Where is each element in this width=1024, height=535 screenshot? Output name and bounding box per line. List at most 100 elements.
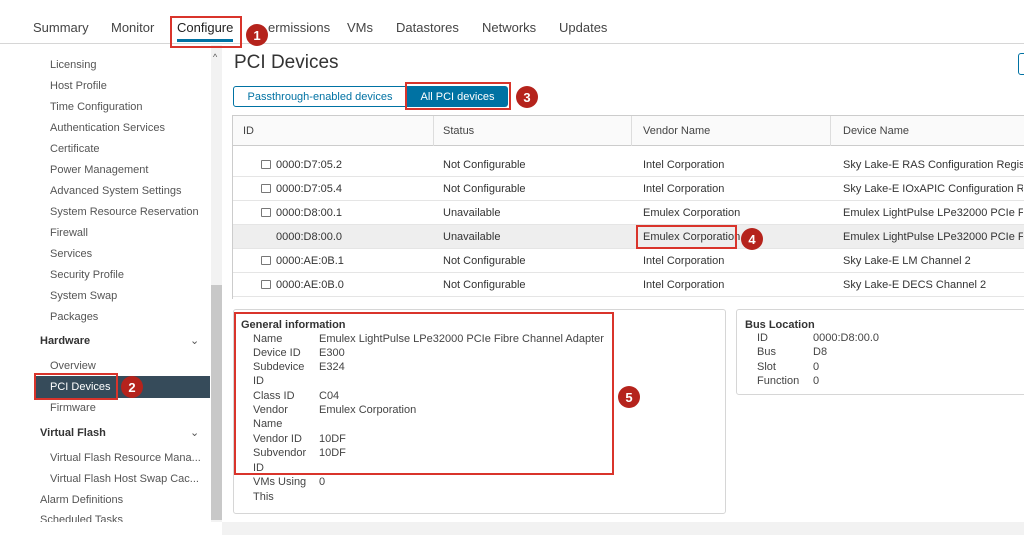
field-label: ID xyxy=(757,332,768,344)
tab-monitor[interactable]: Monitor xyxy=(111,20,154,35)
row-vendor: Intel Corporation xyxy=(643,183,725,195)
pci-device-icon xyxy=(261,280,271,289)
column-divider[interactable] xyxy=(830,116,831,146)
column-header-device[interactable]: Device Name xyxy=(843,125,909,137)
row-id: 0000:D7:05.4 xyxy=(276,183,343,195)
sidebar-item-host-profile[interactable]: Host Profile xyxy=(50,80,107,92)
callout-badge-4: 4 xyxy=(741,228,763,250)
sidebar-item-licensing[interactable]: Licensing xyxy=(50,59,96,71)
row-status: Unavailable xyxy=(443,207,501,219)
tab-summary[interactable]: Summary xyxy=(33,20,89,35)
sidebar-item-time-configuration[interactable]: Time Configuration xyxy=(50,101,143,113)
sidebar-item-system-resource-reservation[interactable]: System Resource Reservation xyxy=(50,206,199,218)
tab-datastores[interactable]: Datastores xyxy=(396,20,459,35)
pci-device-icon xyxy=(261,208,271,217)
tab-updates[interactable]: Updates xyxy=(559,20,607,35)
row-status: Not Configurable xyxy=(443,279,526,291)
sidebar-item-advanced-system-settings[interactable]: Advanced System Settings xyxy=(50,185,181,197)
tab-vms[interactable]: VMs xyxy=(347,20,373,35)
row-device: Sky Lake-E IOxAPIC Configuration Re... xyxy=(843,183,1023,195)
table-row[interactable]: 0000:D8:00.1 Unavailable Emulex Corporat… xyxy=(233,201,1024,225)
field-label: Bus xyxy=(757,346,776,358)
pci-device-icon xyxy=(261,160,271,169)
row-id: 0000:AE:0B.1 xyxy=(276,255,344,267)
sidebar-item-power-management[interactable]: Power Management xyxy=(50,164,148,176)
field-value: 0 xyxy=(813,375,820,387)
callout-box-pci-devices xyxy=(34,373,118,400)
field-label: VMs Using xyxy=(253,476,307,488)
field-label: Function xyxy=(757,375,800,387)
row-status: Unavailable xyxy=(443,231,501,243)
table-row[interactable]: 0000:AE:0B.1 Not Configurable Intel Corp… xyxy=(233,249,1024,273)
row-vendor: Emulex Corporation xyxy=(643,207,741,219)
sidebar-item-services[interactable]: Services xyxy=(50,248,92,260)
tab-networks[interactable]: Networks xyxy=(482,20,536,35)
table-row[interactable]: 0000:D7:05.2 Not Configurable Intel Corp… xyxy=(233,153,1024,177)
sidebar-item-alarm-definitions[interactable]: Alarm Definitions xyxy=(40,494,123,506)
callout-badge-2: 2 xyxy=(121,376,143,398)
page-title: PCI Devices xyxy=(234,52,339,73)
table-header: ID Status Vendor Name Device Name xyxy=(233,116,1024,146)
table-row-selected[interactable]: 0000:D8:00.0 Unavailable Emulex Corporat… xyxy=(233,225,1024,249)
row-status: Not Configurable xyxy=(443,159,526,171)
field-value: 0 xyxy=(813,361,820,373)
table-row[interactable]: 0000:D7:05.4 Not Configurable Intel Corp… xyxy=(233,177,1024,201)
bus-location-panel: Bus Location ID 0000:D8:00.0 Bus D8 Slot… xyxy=(736,309,1024,395)
callout-badge-1: 1 xyxy=(246,24,268,46)
table-row[interactable]: 0000:AE:0B.0 Not Configurable Intel Corp… xyxy=(233,273,1024,297)
row-id: 0000:D8:00.1 xyxy=(276,207,343,219)
sidebar-section-hardware[interactable]: Hardware xyxy=(40,335,90,347)
row-id-cell: 0000:AE:0B.1 xyxy=(261,255,344,267)
callout-badge-3: 3 xyxy=(516,86,538,108)
sidebar-item-security-profile[interactable]: Security Profile xyxy=(50,269,124,281)
sidebar-scrollbar-thumb[interactable] xyxy=(211,285,222,520)
sidebar-item-firmware[interactable]: Firmware xyxy=(50,402,96,414)
row-device: Sky Lake-E RAS Configuration Regist... xyxy=(843,159,1023,171)
row-id: 0000:D8:00.0 xyxy=(276,231,343,243)
row-status: Not Configurable xyxy=(443,255,526,267)
column-divider[interactable] xyxy=(631,116,632,146)
pci-device-icon xyxy=(261,256,271,265)
tab-permissions[interactable]: ermissions xyxy=(268,20,330,35)
field-value: 0 xyxy=(319,476,326,488)
column-header-status[interactable]: Status xyxy=(443,125,474,137)
sidebar-section-virtual-flash[interactable]: Virtual Flash xyxy=(40,427,106,439)
row-vendor: Intel Corporation xyxy=(643,255,725,267)
row-vendor: Intel Corporation xyxy=(643,159,725,171)
row-id-cell: 0000:D8:00.1 xyxy=(261,207,342,219)
callout-box-vendor xyxy=(636,225,737,249)
bottom-scroll-area xyxy=(222,522,1024,535)
filter-passthrough-button[interactable]: Passthrough-enabled devices xyxy=(233,86,407,107)
row-status: Not Configurable xyxy=(443,183,526,195)
chevron-down-icon[interactable]: ⌄ xyxy=(190,426,199,439)
sidebar-item-system-swap[interactable]: System Swap xyxy=(50,290,117,302)
sidebar-item-firewall[interactable]: Firewall xyxy=(50,227,88,239)
chevron-down-icon[interactable]: ⌄ xyxy=(190,334,199,347)
sidebar-item-scheduled-tasks[interactable]: Scheduled Tasks xyxy=(40,514,123,522)
row-id: 0000:D7:05.2 xyxy=(276,159,343,171)
row-id-cell: 0000:AE:0B.0 xyxy=(261,279,344,291)
sidebar-item-packages[interactable]: Packages xyxy=(50,311,98,323)
sidebar-item-overview[interactable]: Overview xyxy=(50,360,96,372)
scroll-up-icon[interactable]: ^ xyxy=(213,52,217,62)
field-value: 0000:D8:00.0 xyxy=(813,332,880,344)
callout-box-configure xyxy=(170,16,242,48)
edit-button[interactable] xyxy=(1018,53,1024,75)
sidebar-item-certificate[interactable]: Certificate xyxy=(50,143,100,155)
sidebar-item-authentication-services[interactable]: Authentication Services xyxy=(50,122,165,134)
pci-devices-table: ID Status Vendor Name Device Name 0000:D… xyxy=(232,115,1024,299)
sidebar-item-vflash-host-swap[interactable]: Virtual Flash Host Swap Cac... xyxy=(50,473,199,485)
row-id-cell: 0000:D7:05.2 xyxy=(261,159,342,171)
row-device: Sky Lake-E DECS Channel 2 xyxy=(843,279,987,291)
row-device: Emulex LightPulse LPe32000 PCIe Fi... xyxy=(843,231,1023,243)
row-device: Sky Lake-E LM Channel 2 xyxy=(843,255,971,267)
column-divider[interactable] xyxy=(433,116,434,146)
row-vendor: Intel Corporation xyxy=(643,279,725,291)
bus-location-title: Bus Location xyxy=(745,319,815,331)
field-label: This xyxy=(253,491,274,503)
column-header-id[interactable]: ID xyxy=(243,125,254,137)
column-header-vendor[interactable]: Vendor Name xyxy=(643,125,710,137)
sidebar-item-vflash-resource[interactable]: Virtual Flash Resource Mana... xyxy=(50,452,201,464)
field-label: Slot xyxy=(757,361,776,373)
pci-device-icon xyxy=(261,184,271,193)
